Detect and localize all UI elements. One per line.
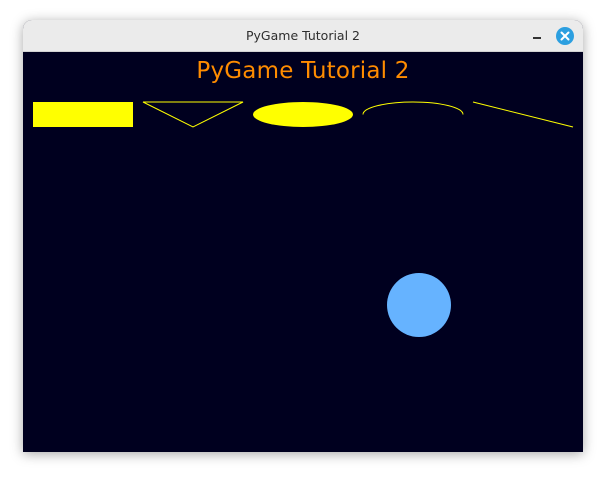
close-icon	[560, 31, 570, 41]
window-title: PyGame Tutorial 2	[245, 28, 360, 43]
yellow-rectangle	[33, 102, 133, 127]
minimize-button[interactable]	[528, 26, 548, 46]
close-button[interactable]	[556, 27, 574, 45]
minimize-icon	[533, 37, 541, 39]
yellow-triangle-outline	[142, 101, 244, 128]
game-shapes	[33, 101, 574, 337]
game-canvas[interactable]: PyGame Tutorial 2	[23, 52, 583, 452]
game-window: PyGame Tutorial 2 PyGame Tutorial 2	[23, 20, 583, 452]
yellow-line	[472, 101, 574, 128]
blue-ball	[387, 273, 451, 337]
yellow-ellipse	[253, 102, 353, 127]
yellow-arc	[362, 101, 464, 115]
window-titlebar[interactable]: PyGame Tutorial 2	[23, 20, 583, 52]
